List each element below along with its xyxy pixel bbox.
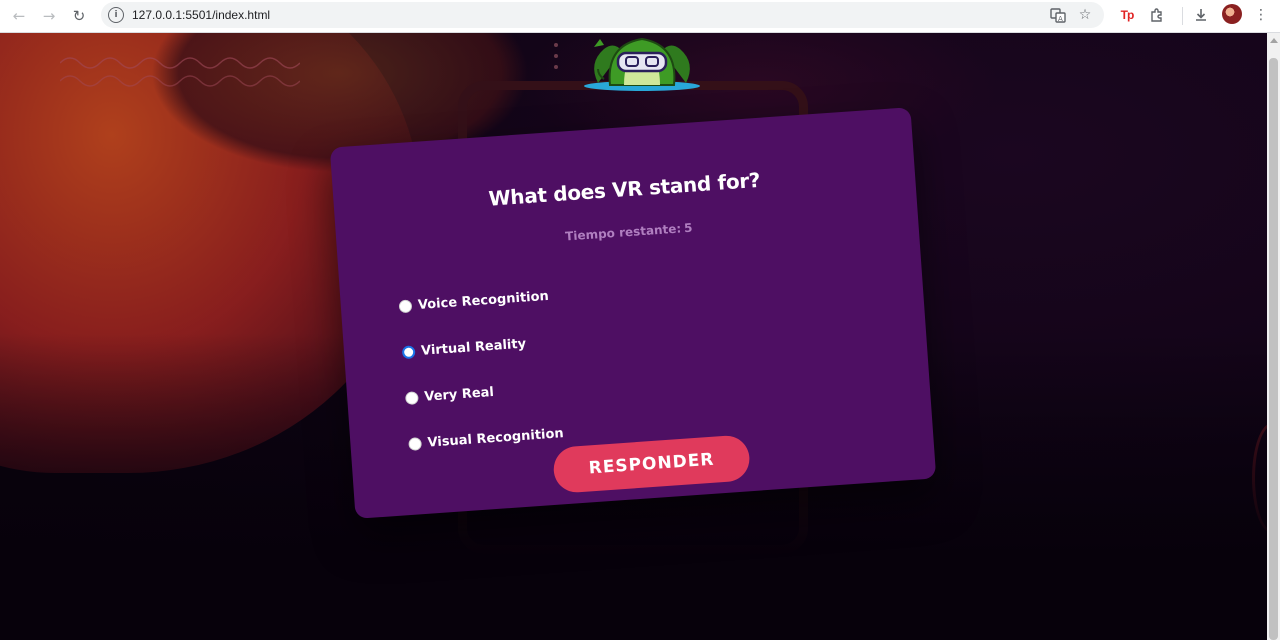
scrollbar-thumb[interactable] [1269, 58, 1278, 640]
download-icon[interactable] [1190, 4, 1212, 26]
back-arrow-icon[interactable]: ← [4, 3, 34, 29]
answer-radio[interactable] [408, 436, 423, 451]
scroll-up-arrow-icon[interactable] [1270, 38, 1278, 43]
decorative-dots [554, 43, 558, 69]
answer-radio[interactable] [404, 390, 419, 405]
answer-options: Voice Recognition Virtual Reality Very R… [397, 273, 565, 467]
answer-label[interactable]: Very Real [424, 384, 495, 404]
bookmark-star-icon[interactable]: ☆ [1076, 6, 1094, 24]
answer-radio-selected[interactable] [401, 344, 416, 359]
browser-toolbar: ← → ↻ i 127.0.0.1:5501/index.html A ☆ Tp… [0, 0, 1280, 33]
timer-label: Tiempo restante: [564, 221, 682, 244]
reload-icon[interactable]: ↻ [64, 3, 94, 29]
forward-arrow-icon[interactable]: → [34, 3, 64, 29]
extensions-puzzle-icon[interactable] [1146, 4, 1168, 26]
tp-extension-icon[interactable]: Tp [1116, 4, 1138, 26]
menu-kebab-icon[interactable]: ⋮ [1250, 4, 1272, 26]
svg-text:A: A [1058, 15, 1063, 23]
page-background: What does VR stand for? Tiempo restante:… [0, 33, 1267, 640]
site-info-icon[interactable]: i [108, 7, 124, 23]
toolbar-divider [1182, 7, 1183, 25]
answer-label[interactable]: Voice Recognition [417, 288, 549, 312]
crocodile-mascot-icon [584, 37, 700, 91]
decorative-wave [60, 57, 300, 87]
answer-label[interactable]: Visual Recognition [427, 426, 564, 450]
address-bar[interactable]: i 127.0.0.1:5501/index.html A ☆ [101, 2, 1104, 28]
url-text[interactable]: 127.0.0.1:5501/index.html [132, 8, 270, 22]
answer-label[interactable]: Virtual Reality [421, 336, 527, 358]
profile-avatar[interactable] [1222, 4, 1242, 24]
quiz-card: What does VR stand for? Tiempo restante:… [329, 107, 937, 519]
translate-icon[interactable]: A [1049, 6, 1067, 24]
answer-option[interactable]: Visual Recognition [407, 410, 565, 467]
timer-value: 5 [683, 220, 693, 236]
answer-radio[interactable] [398, 298, 413, 313]
submit-answer-button[interactable]: RESPONDER [552, 434, 751, 494]
